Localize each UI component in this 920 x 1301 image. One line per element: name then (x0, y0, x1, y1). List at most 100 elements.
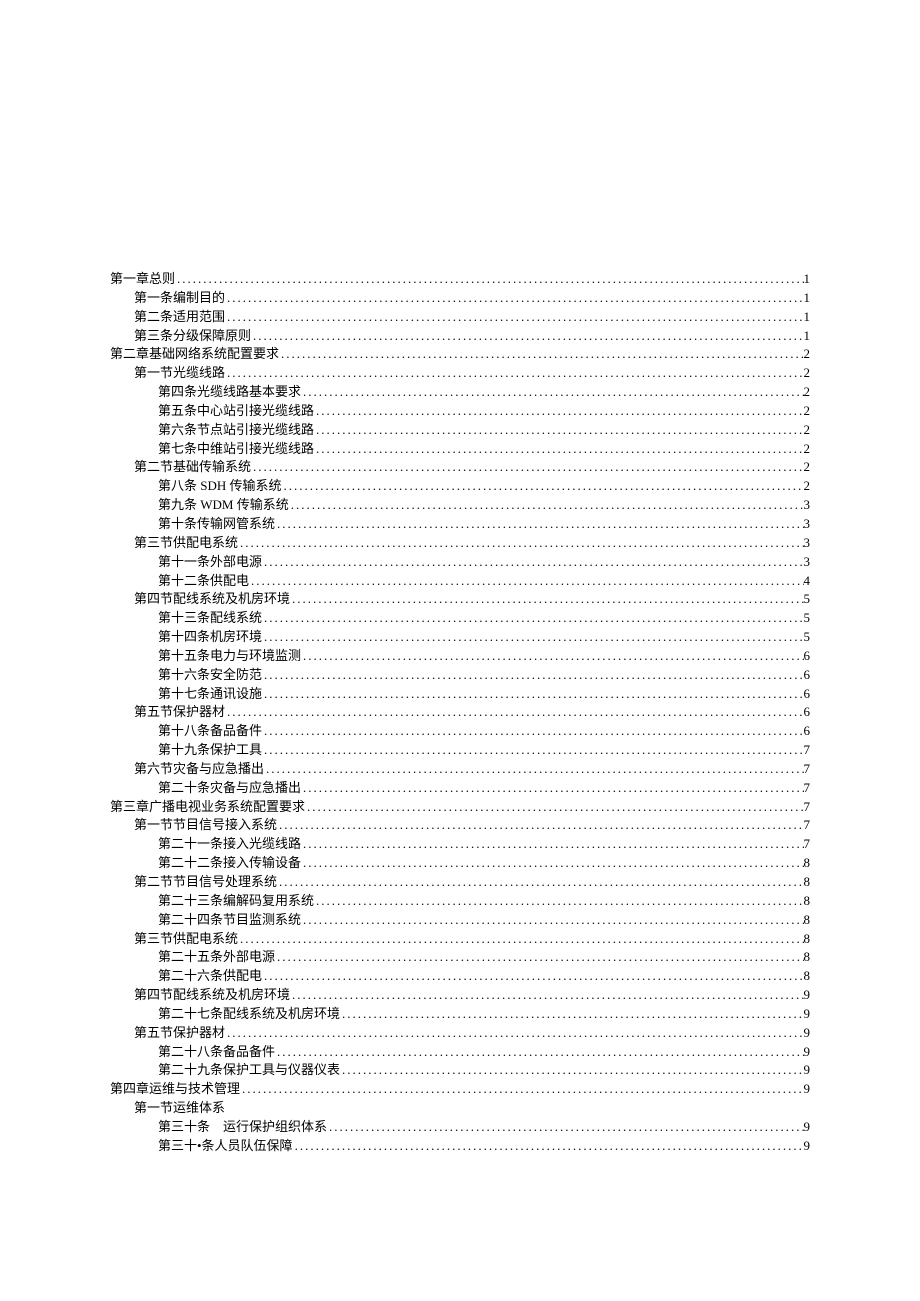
toc-entry-title: 第十七条通讯设施 (158, 685, 262, 704)
toc-entry-page: 3 (804, 515, 811, 534)
toc-entry: 第一节运维体系 (134, 1099, 810, 1118)
toc-leader-dots (262, 628, 803, 647)
toc-leader-dots (225, 703, 803, 722)
toc-entry-page: 6 (804, 666, 811, 685)
toc-leader-dots (262, 553, 803, 572)
toc-leader-dots (282, 477, 804, 496)
toc-entry: 第二条适用范围1 (134, 308, 810, 327)
toc-entry: 第二十条灾备与应急播出7 (158, 779, 810, 798)
toc-entry-title: 第三条分级保障原则 (134, 327, 251, 346)
toc-entry-page: 2 (804, 440, 811, 459)
toc-entry: 第二十四条节目监测系统8 (158, 911, 810, 930)
toc-entry-page: 9 (804, 1137, 811, 1156)
toc-entry-page: 1 (804, 289, 811, 308)
toc-entry-page: 9 (804, 1043, 811, 1062)
toc-entry-title: 第三十•条人员队伍保障 (158, 1137, 293, 1156)
toc-entry: 第七条中维站引接光缆线路 2 (158, 440, 810, 459)
toc-entry-title: 第三节供配电系统 (134, 534, 238, 553)
toc-leader-dots (225, 364, 803, 383)
toc-entry-page: 2 (804, 477, 811, 496)
toc-entry: 第五节保护器材6 (134, 703, 810, 722)
toc-entry-page: 8 (804, 948, 811, 967)
toc-entry-page: 8 (804, 967, 811, 986)
toc-entry: 第一条编制目的 1 (134, 289, 810, 308)
toc-entry: 第一节光缆线路2 (134, 364, 810, 383)
toc-entry-page: 6 (804, 685, 811, 704)
toc-entry-title: 第七条中维站引接光缆线路 (158, 440, 314, 459)
toc-leader-dots (275, 515, 803, 534)
toc-entry: 第十一条外部电源3 (158, 553, 810, 572)
toc-entry-page: 2 (804, 345, 811, 364)
toc-entry-title: 第十一条外部电源 (158, 553, 262, 572)
toc-entry-page: 8 (804, 854, 811, 873)
toc-entry-title: 第四条光缆线路基本要求 (158, 383, 301, 402)
toc-leader-dots (238, 930, 803, 949)
toc-entry-page: 6 (804, 647, 811, 666)
toc-entry: 第五节保护器材 9 (134, 1024, 810, 1043)
toc-entry: 第十六条安全防范6 (158, 666, 810, 685)
toc-leader-dots (314, 892, 803, 911)
toc-entry: 第二十二条接入传输设备8 (158, 854, 810, 873)
toc-entry-page: 5 (804, 609, 811, 628)
toc-leader-dots (279, 345, 803, 364)
toc-leader-dots (301, 854, 803, 873)
toc-entry-page: 9 (804, 1005, 811, 1024)
toc-entry: 第十七条通讯设施 6 (158, 685, 810, 704)
toc-entry-page: 6 (804, 703, 811, 722)
toc-entry: 第三节供配电系统8 (134, 930, 810, 949)
toc-leader-dots (301, 911, 803, 930)
toc-entry-page: 9 (804, 1024, 811, 1043)
toc-leader-dots (301, 383, 803, 402)
toc-entry: 第六条节点站引接光缆线路 2 (158, 421, 810, 440)
toc-entry: 第十五条电力与环境监测6 (158, 647, 810, 666)
toc-entry-title: 第十四条机房环境 (158, 628, 262, 647)
toc-entry: 第二十三条编解码复用系统8 (158, 892, 810, 911)
toc-entry-title: 第一节节目信号接入系统 (134, 816, 277, 835)
toc-entry-title: 第六条节点站引接光缆线路 (158, 421, 314, 440)
toc-leader-dots (262, 685, 803, 704)
toc-leader-dots (301, 779, 803, 798)
toc-entry-page: 8 (804, 892, 811, 911)
toc-entry: 第五条中心站引接光缆线路2 (158, 402, 810, 421)
toc-entry-title: 第八条 SDH 传输系统 (158, 477, 282, 496)
toc-leader-dots (340, 1061, 803, 1080)
toc-entry-title: 第二十七条配线系统及机房环境 (158, 1005, 340, 1024)
toc-entry-page: 2 (804, 458, 811, 477)
toc-leader-dots (275, 948, 803, 967)
toc-entry-title: 第二十六条供配电 (158, 967, 262, 986)
toc-entry: 第三十•条人员队伍保障 9 (158, 1137, 810, 1156)
toc-entry: 第十四条机房环境5 (158, 628, 810, 647)
toc-entry: 第二章基础网络系统配置要求2 (110, 345, 810, 364)
toc-leader-dots (262, 741, 803, 760)
toc-entry-title: 第十八条备品备件 (158, 722, 262, 741)
toc-entry-title: 第一条编制目的 (134, 289, 225, 308)
toc-entry-title: 第一章总则 (110, 270, 175, 289)
toc-entry-title: 第五节保护器材 (134, 1024, 225, 1043)
toc-entry: 第二十七条配线系统及机房环境 9 (158, 1005, 810, 1024)
toc-leader-dots (225, 1024, 803, 1043)
toc-leader-dots (251, 327, 803, 346)
toc-entry-title: 第三章广播电视业务系统配置要求 (110, 798, 305, 817)
toc-leader-dots (262, 722, 803, 741)
toc-entry-title: 第二十条灾备与应急播出 (158, 779, 301, 798)
toc-entry-title: 第二十五条外部电源 (158, 948, 275, 967)
toc-entry-page: 7 (804, 760, 811, 779)
toc-leader-dots (305, 798, 803, 817)
toc-entry-page: 5 (804, 590, 811, 609)
toc-leader-dots (251, 458, 803, 477)
toc-entry-page: 8 (804, 930, 811, 949)
toc-entry-page: 8 (804, 873, 811, 892)
toc-leader-dots (290, 590, 803, 609)
toc-entry: 第九条 WDM 传输系统3 (158, 496, 810, 515)
toc-leader-dots (275, 1043, 803, 1062)
toc-entry-title: 第三十条 运行保护组织体系 (158, 1118, 327, 1137)
toc-leader-dots (225, 289, 803, 308)
toc-leader-dots (277, 873, 803, 892)
toc-entry-title: 第二条适用范围 (134, 308, 225, 327)
toc-leader-dots (262, 609, 803, 628)
toc-entry: 第八条 SDH 传输系统 2 (158, 477, 810, 496)
toc-entry: 第十九条保护工具7 (158, 741, 810, 760)
toc-entry: 第三章广播电视业务系统配置要求7 (110, 798, 810, 817)
toc-entry: 第二十九条保护工具与仪器仪表9 (158, 1061, 810, 1080)
toc-entry-page: 2 (804, 421, 811, 440)
